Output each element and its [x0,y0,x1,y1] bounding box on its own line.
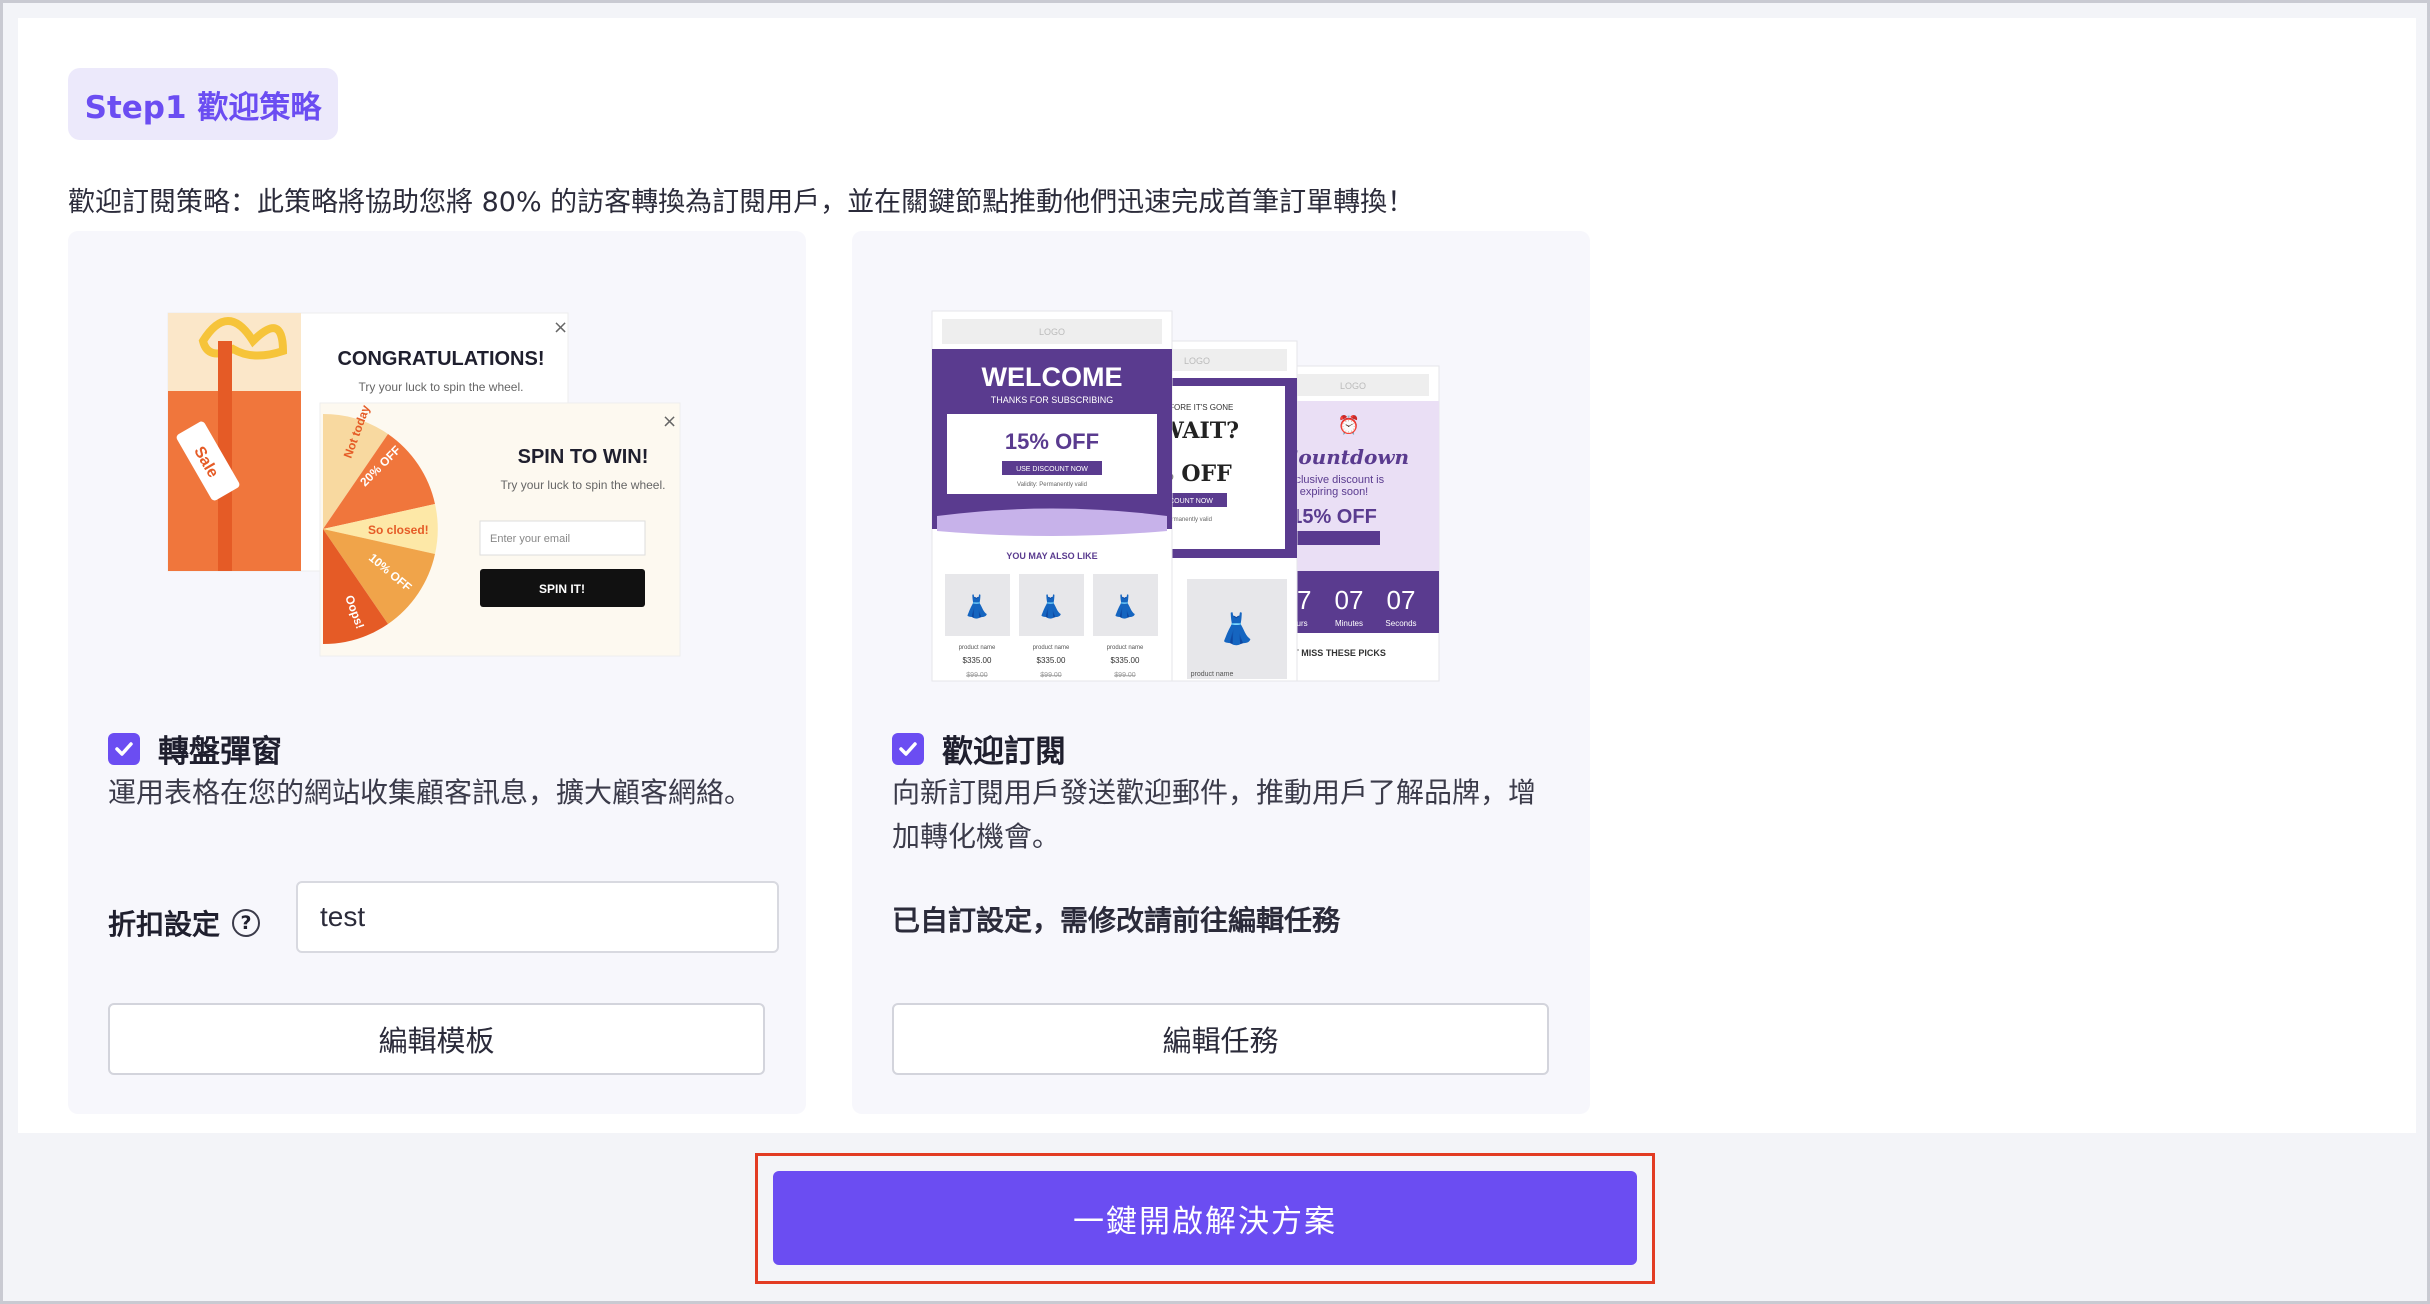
help-icon[interactable]: ? [232,909,261,937]
svg-text:$99.00: $99.00 [966,672,988,679]
svg-text:product name: product name [1033,645,1070,651]
welcome-description: 向新訂閱用戶發送歡迎郵件，推動用戶了解品牌，增加轉化機會。 [892,776,1537,853]
custom-setting-note: 已自訂設定，需修改請前往編輯任務 [892,904,1341,937]
svg-text:expiring soon!: expiring soon! [1300,486,1369,498]
svg-text:$99.00: $99.00 [1114,672,1136,679]
svg-text:exclusive discount is: exclusive discount is [1284,474,1385,486]
congrats-sub: Try your luck to spin the wheel. [359,380,524,394]
svg-text:👗: 👗 [963,594,990,620]
svg-text:product name: product name [959,645,996,651]
edit-template-button[interactable]: 編輯模板 [108,1003,765,1075]
svg-text:THANKS FOR SUBSCRIBING: THANKS FOR SUBSCRIBING [991,395,1114,405]
svg-text:07: 07 [1387,585,1416,615]
svg-text:So closed!: So closed! [368,523,429,537]
spin-wheel-description: 運用表格在您的網站收集顧客訊息，擴大顧客網絡。 [108,776,753,809]
svg-text:$335.00: $335.00 [1037,656,1066,665]
svg-text:product name: product name [1191,671,1234,678]
main-panel: Step1 歡迎策略 歡迎訂閱策略：此策略將協助您將 80% 的訪客轉換為訂閱用… [18,18,2416,1133]
email-placeholder: Enter your email [490,533,570,545]
svg-text:LOGO: LOGO [1039,327,1065,337]
welcome-checkbox[interactable] [892,732,924,765]
svg-text:👗: 👗 [1111,594,1138,620]
spin-wheel-check-row[interactable]: 轉盤彈窗 [108,726,282,771]
congrats-title: CONGRATULATIONS! [337,348,544,370]
step-tag: Step1 歡迎策略 [68,68,338,140]
svg-text:👗: 👗 [1218,611,1255,647]
svg-text:WELCOME: WELCOME [982,362,1123,392]
svg-text:⏰: ⏰ [1338,414,1360,436]
spin-wheel-card: Sale CONGRATULATIONS! Try your luck to s… [68,231,806,1114]
check-icon [899,741,917,756]
spin-button-text: SPIN IT! [539,582,585,596]
cta-highlight: 一鍵開啟解決方案 [755,1153,1655,1284]
spin-wheel-title: 轉盤彈窗 [158,734,282,770]
svg-text:product name: product name [1107,645,1144,651]
svg-text:LOGO: LOGO [1184,356,1210,366]
welcome-email-illustration: LOGO ⏰ al Countdown exclusive discount i… [931,310,1440,682]
svg-text:07: 07 [1335,585,1364,615]
svg-text:Seconds: Seconds [1385,619,1416,628]
svg-text:Validity: Permanently valid: Validity: Permanently valid [1017,482,1087,488]
svg-text:LOGO: LOGO [1340,381,1366,391]
close-icon: × [662,411,677,432]
spin-wheel-illustration: Sale CONGRATULATIONS! Try your luck to s… [167,312,681,657]
svg-text:YOU MAY ALSO LIKE: YOU MAY ALSO LIKE [1006,551,1097,561]
svg-text:15% OFF: 15% OFF [1291,506,1377,528]
svg-text:$335.00: $335.00 [963,656,992,665]
svg-text:$99.00: $99.00 [1040,672,1062,679]
svg-text:$335.00: $335.00 [1111,656,1140,665]
welcome-subscription-card: LOGO ⏰ al Countdown exclusive discount i… [852,231,1590,1114]
spin-sub: Try your luck to spin the wheel. [501,478,666,492]
svg-text:15% OFF: 15% OFF [1005,429,1099,454]
welcome-title: 歡迎訂閱 [942,734,1066,770]
spin-title: SPIN TO WIN! [518,446,649,468]
discount-setting-label: 折扣設定 ? [108,903,261,943]
close-icon: × [553,317,568,338]
check-icon [115,741,133,756]
strategy-description: 歡迎訂閱策略：此策略將協助您將 80% 的訪客轉換為訂閱用戶，並在關鍵節點推動他… [68,187,1415,218]
svg-text:Minutes: Minutes [1335,619,1363,628]
enable-solution-button[interactable]: 一鍵開啟解決方案 [773,1171,1637,1265]
svg-text:USE DISCOUNT NOW: USE DISCOUNT NOW [1016,466,1088,473]
svg-text:👗: 👗 [1037,594,1064,620]
discount-setting-input[interactable] [296,881,779,953]
edit-task-button[interactable]: 編輯任務 [892,1003,1549,1075]
app-frame: Step1 歡迎策略 歡迎訂閱策略：此策略將協助您將 80% 的訪客轉換為訂閱用… [0,0,2430,1304]
welcome-check-row[interactable]: 歡迎訂閱 [892,726,1066,771]
spin-wheel-checkbox[interactable] [108,732,140,765]
